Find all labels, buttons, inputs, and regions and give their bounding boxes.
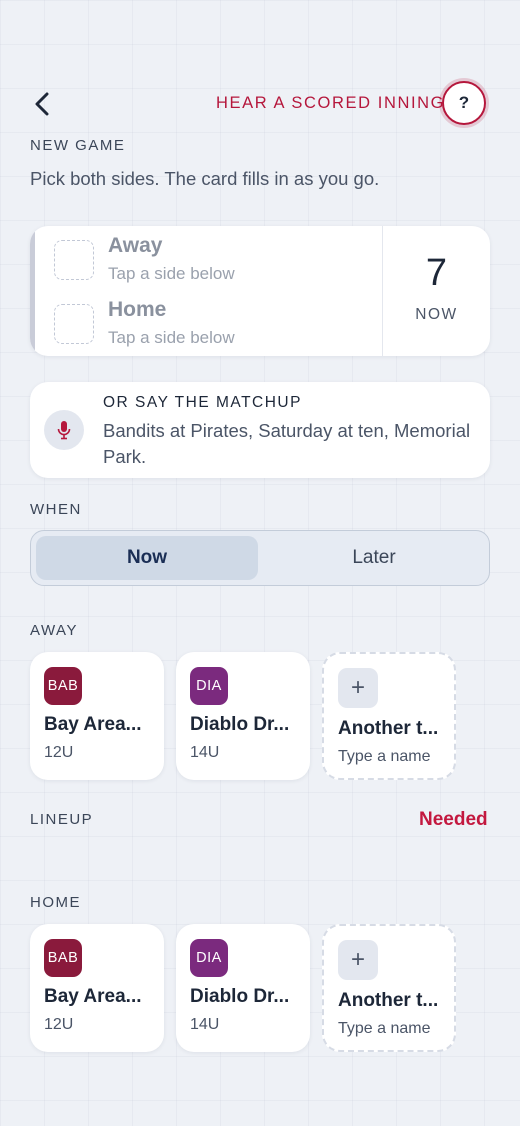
when-label: WHEN bbox=[30, 501, 82, 518]
team-badge: DIA bbox=[190, 667, 228, 705]
team-division: 12U bbox=[44, 1016, 74, 1033]
microphone-button[interactable] bbox=[44, 410, 84, 450]
team-division: 14U bbox=[190, 1016, 220, 1033]
team-division: 14U bbox=[190, 744, 220, 761]
add-team-name: Another t... bbox=[338, 990, 439, 1011]
chevron-left-icon bbox=[35, 92, 49, 116]
add-team-hint: Type a name bbox=[338, 1020, 431, 1037]
away-team-card-diablo[interactable]: DIA Diablo Dr... 14U bbox=[176, 652, 310, 780]
team-name: Bay Area... bbox=[44, 986, 142, 1007]
home-team-slot bbox=[54, 304, 94, 344]
add-team-name: Another t... bbox=[338, 718, 439, 739]
score-card: Away Tap a side below Home Tap a side be… bbox=[30, 226, 490, 356]
away-add-team-card[interactable]: + Another t... Type a name bbox=[322, 652, 456, 780]
when-segmented-control: Now Later bbox=[30, 530, 490, 586]
question-icon: ? bbox=[458, 93, 470, 112]
team-badge: BAB bbox=[44, 667, 82, 705]
lineup-label: LINEUP bbox=[30, 811, 94, 828]
lineup-status[interactable]: Needed bbox=[419, 809, 488, 831]
team-division: 12U bbox=[44, 744, 74, 761]
home-team-card-bay-area[interactable]: BAB Bay Area... 12U bbox=[30, 924, 164, 1052]
microphone-icon bbox=[57, 421, 71, 440]
when-option-now[interactable]: Now bbox=[36, 536, 258, 580]
plus-icon: + bbox=[338, 668, 378, 708]
plus-icon: + bbox=[338, 940, 378, 980]
add-team-hint: Type a name bbox=[338, 748, 431, 765]
home-side-label: Home bbox=[108, 298, 167, 321]
help-button[interactable]: ? bbox=[442, 81, 486, 125]
when-option-later[interactable]: Later bbox=[263, 536, 485, 580]
team-badge: BAB bbox=[44, 939, 82, 977]
home-side-hint: Tap a side below bbox=[108, 328, 235, 347]
voice-matchup-card[interactable]: OR SAY THE MATCHUP Bandits at Pirates, S… bbox=[30, 382, 490, 478]
team-name: Bay Area... bbox=[44, 714, 142, 735]
page-subtitle: Pick both sides. The card fills in as yo… bbox=[30, 168, 380, 189]
voice-example-text: Bandits at Pirates, Saturday at ten, Mem… bbox=[103, 420, 471, 467]
away-side-label: Away bbox=[108, 234, 163, 257]
away-side-hint: Tap a side below bbox=[108, 264, 235, 283]
home-add-team-card[interactable]: + Another t... Type a name bbox=[322, 924, 456, 1052]
away-team-slot bbox=[54, 240, 94, 280]
inning-time-label: NOW bbox=[415, 306, 458, 323]
home-team-card-diablo[interactable]: DIA Diablo Dr... 14U bbox=[176, 924, 310, 1052]
inning-number: 7 bbox=[425, 252, 448, 294]
score-card-edge bbox=[30, 226, 35, 356]
back-button[interactable] bbox=[26, 86, 58, 122]
away-team-card-bay-area[interactable]: BAB Bay Area... 12U bbox=[30, 652, 164, 780]
team-badge: DIA bbox=[190, 939, 228, 977]
home-label: HOME bbox=[30, 894, 81, 911]
team-name: Diablo Dr... bbox=[190, 986, 290, 1007]
hear-scored-inning-link[interactable]: HEAR A SCORED INNING bbox=[216, 94, 445, 113]
team-name: Diablo Dr... bbox=[190, 714, 290, 735]
new-game-label: NEW GAME bbox=[30, 137, 126, 154]
voice-card-title: OR SAY THE MATCHUP bbox=[103, 394, 302, 411]
away-label: AWAY bbox=[30, 622, 78, 639]
